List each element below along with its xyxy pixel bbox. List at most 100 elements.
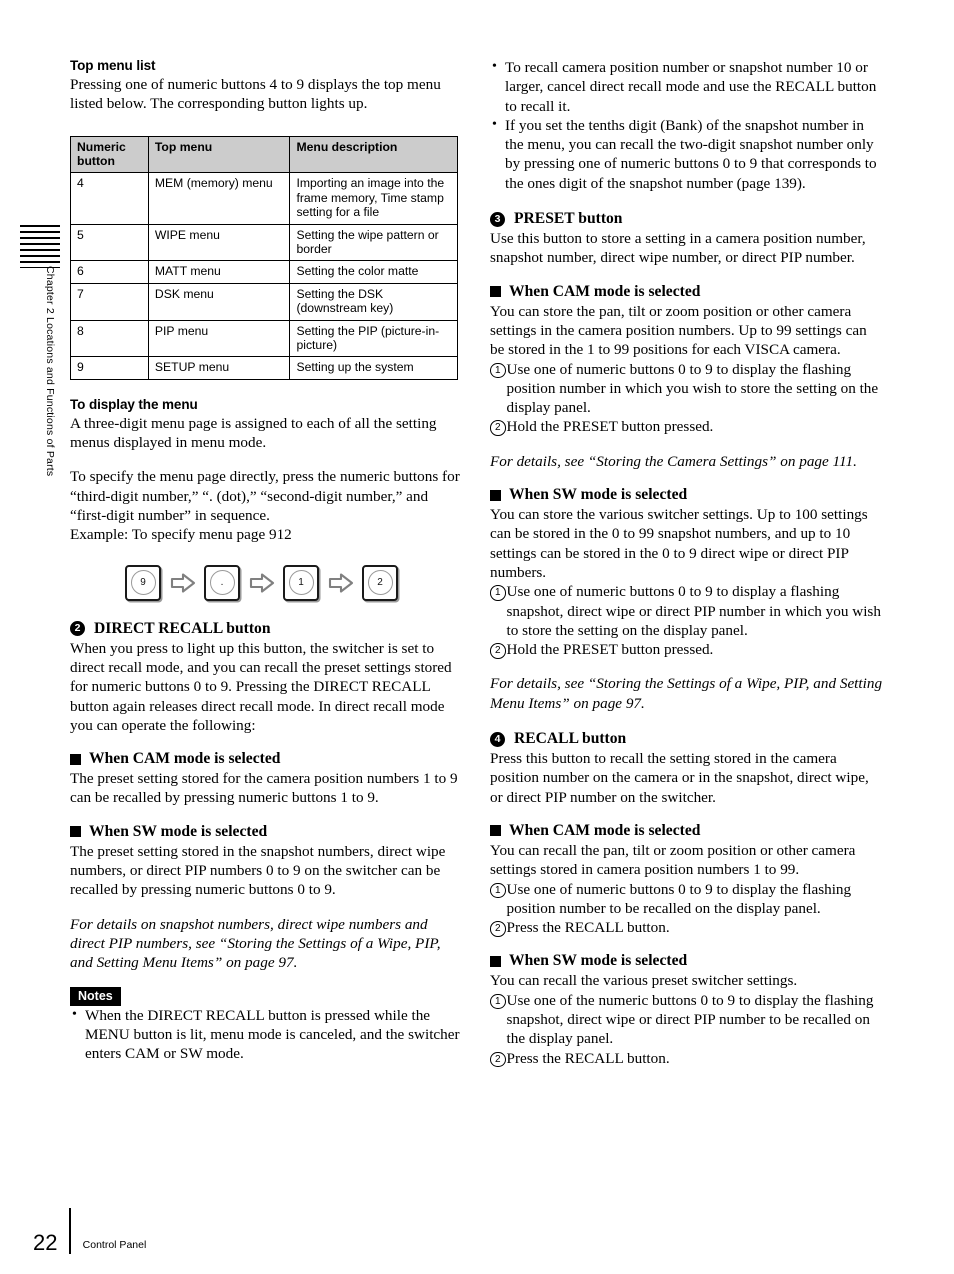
recall-cam-heading: When CAM mode is selected xyxy=(490,822,884,840)
direct-recall-cam-heading: When CAM mode is selected xyxy=(70,750,464,768)
table-cell: 4 xyxy=(70,172,149,225)
numeric-key-2[interactable]: 2 xyxy=(362,564,398,601)
step-text: Press the RECALL button. xyxy=(506,1049,670,1067)
square-bullet-icon xyxy=(70,753,81,765)
table-row: 7 DSK menu Setting the DSK (downstream k… xyxy=(70,282,458,321)
list-item: When the DIRECT RECALL button is pressed… xyxy=(70,1005,464,1064)
preset-cam-heading: When CAM mode is selected xyxy=(490,283,884,301)
direct-recall-cross-ref: For details on snapshot numbers, direct … xyxy=(70,915,441,972)
direct-recall-heading-label: DIRECT RECALL button xyxy=(94,619,271,637)
list-item: If you set the tenths digit (Bank) of th… xyxy=(490,115,884,193)
recall-button-body: Press this button to recall the setting … xyxy=(490,750,869,806)
table-cell: Setting the PIP (picture-in-picture) xyxy=(289,319,458,358)
square-bullet-icon xyxy=(70,826,81,838)
table-cell: 9 xyxy=(70,356,149,380)
numeric-key-dot[interactable]: . xyxy=(204,564,240,601)
square-bullet-icon xyxy=(490,489,501,501)
numeric-key-9[interactable]: 9 xyxy=(125,564,161,601)
preset-cam-body: You can store the pan, tilt or zoom posi… xyxy=(490,302,867,359)
table-row: 6 MATT menu Setting the color matte xyxy=(70,260,458,284)
step-number-icon: 2 xyxy=(490,420,506,436)
table-cell: 5 xyxy=(70,223,149,262)
key-sequence-diagram: 9 . 1 2 xyxy=(70,564,464,601)
direct-recall-cam-heading-label: When CAM mode is selected xyxy=(89,750,281,768)
chapter-tab-label: Chapter 2 Locations and Functions of Par… xyxy=(44,266,56,477)
step-text: Use one of the numeric buttons 0 to 9 to… xyxy=(506,991,874,1048)
table-cell: MEM (memory) menu xyxy=(147,172,291,225)
top-menu-table: Numeric button Top menu Menu description… xyxy=(70,135,458,380)
preset-cam-heading-label: When CAM mode is selected xyxy=(509,282,701,300)
table-row: 8 PIP menu Setting the PIP (picture-in-p… xyxy=(70,319,458,358)
top-menu-list-heading: Top menu list xyxy=(70,58,156,73)
recall-sw-step: 2 Press the RECALL button. xyxy=(490,1049,884,1068)
numeric-key-label: 9 xyxy=(130,570,156,596)
page-footer: 22 Control Panel xyxy=(33,1208,146,1254)
square-bullet-icon xyxy=(490,286,501,298)
table-cell: WIPE menu xyxy=(147,223,291,262)
numeric-key-label: 2 xyxy=(367,570,393,596)
step-number-icon: 1 xyxy=(490,993,506,1010)
recall-sw-step: 1 Use one of the numeric buttons 0 to 9 … xyxy=(490,991,884,1049)
step-number-icon: 1 xyxy=(490,362,506,379)
preset-cam-cross-ref: For details, see “Storing the Camera Set… xyxy=(490,452,857,470)
step-text: Hold the PRESET button pressed. xyxy=(506,641,714,659)
square-bullet-icon xyxy=(490,825,501,837)
numeric-key-1[interactable]: 1 xyxy=(283,564,319,601)
preset-sw-step: 1 Use one of numeric buttons 0 to 9 to d… xyxy=(490,582,884,640)
table-cell: 6 xyxy=(70,260,149,284)
recall-sw-body: You can recall the various preset switch… xyxy=(490,972,798,990)
right-arrow-icon xyxy=(240,573,283,593)
table-cell: 7 xyxy=(70,282,149,321)
right-arrow-icon xyxy=(319,573,362,593)
table-cell: 8 xyxy=(70,319,149,358)
top-menu-list-intro: Pressing one of numeric buttons 4 to 9 d… xyxy=(70,76,441,113)
recall-cam-body: You can recall the pan, tilt or zoom pos… xyxy=(490,841,856,879)
step-text: Use one of numeric buttons 0 to 9 to dis… xyxy=(506,880,852,917)
page-number: 22 xyxy=(33,1230,58,1255)
recall-sw-heading: When SW mode is selected xyxy=(490,952,884,970)
direct-recall-sw-heading: When SW mode is selected xyxy=(70,823,464,841)
display-menu-para1: A three-digit menu page is assigned to e… xyxy=(70,414,437,452)
recall-button-heading-label: RECALL button xyxy=(514,730,627,748)
table-cell: SETUP menu xyxy=(147,356,291,380)
table-cell: Importing an image into the frame memory… xyxy=(289,172,458,225)
table-cell: Setting the wipe pattern or border xyxy=(289,223,458,262)
preset-sw-heading-label: When SW mode is selected xyxy=(509,486,688,504)
step-text: Press the RECALL button. xyxy=(506,919,670,937)
notes-tag: Notes xyxy=(70,986,121,1006)
table-row: 9 SETUP menu Setting up the system xyxy=(70,356,458,380)
step-number-icon: 2 xyxy=(490,921,506,937)
step-text: Use one of numeric buttons 0 to 9 to dis… xyxy=(506,583,881,639)
table-header-row: Numeric button Top menu Menu description xyxy=(70,135,458,174)
square-bullet-icon xyxy=(490,955,501,967)
preset-sw-cross-ref: For details, see “Storing the Settings o… xyxy=(490,675,883,712)
preset-sw-body: You can store the various switcher setti… xyxy=(490,506,868,581)
preset-button-heading-label: PRESET button xyxy=(514,210,623,228)
step-number-icon: 1 xyxy=(490,882,506,898)
numeric-key-label: 1 xyxy=(288,570,314,596)
right-arrow-icon xyxy=(161,573,204,593)
display-menu-para2: To specify the menu page directly, press… xyxy=(70,468,460,525)
direct-recall-heading: 2 DIRECT RECALL button xyxy=(70,620,464,638)
callout-number-icon: 2 xyxy=(70,621,85,637)
step-number-icon: 1 xyxy=(490,585,506,601)
recall-cam-step: 2 Press the RECALL button. xyxy=(490,918,884,937)
direct-recall-cam-body: The preset setting stored for the camera… xyxy=(70,770,458,807)
direct-recall-notes-list: To recall camera position number or snap… xyxy=(490,57,884,193)
preset-button-heading: 3 PRESET button xyxy=(490,210,884,228)
step-text: Hold the PRESET button pressed. xyxy=(506,418,714,436)
footer-section-label: Control Panel xyxy=(82,1239,147,1251)
direct-recall-body: When you press to light up this button, … xyxy=(70,639,452,734)
right-column: To recall camera position number or snap… xyxy=(490,57,884,1068)
list-item: To recall camera position number or snap… xyxy=(490,57,884,116)
step-number-icon: 2 xyxy=(490,1051,506,1068)
preset-cam-step: 1 Use one of numeric buttons 0 to 9 to d… xyxy=(490,360,884,418)
recall-cam-heading-label: When CAM mode is selected xyxy=(509,821,701,839)
callout-number-icon: 3 xyxy=(490,211,505,227)
table-cell: DSK menu xyxy=(147,282,291,321)
numeric-key-label: . xyxy=(209,570,235,596)
notes-list: When the DIRECT RECALL button is pressed… xyxy=(70,1005,464,1064)
table-cell: Setting the DSK (downstream key) xyxy=(289,282,458,321)
table-cell: Setting up the system xyxy=(289,356,458,380)
callout-number-icon: 4 xyxy=(490,731,505,747)
